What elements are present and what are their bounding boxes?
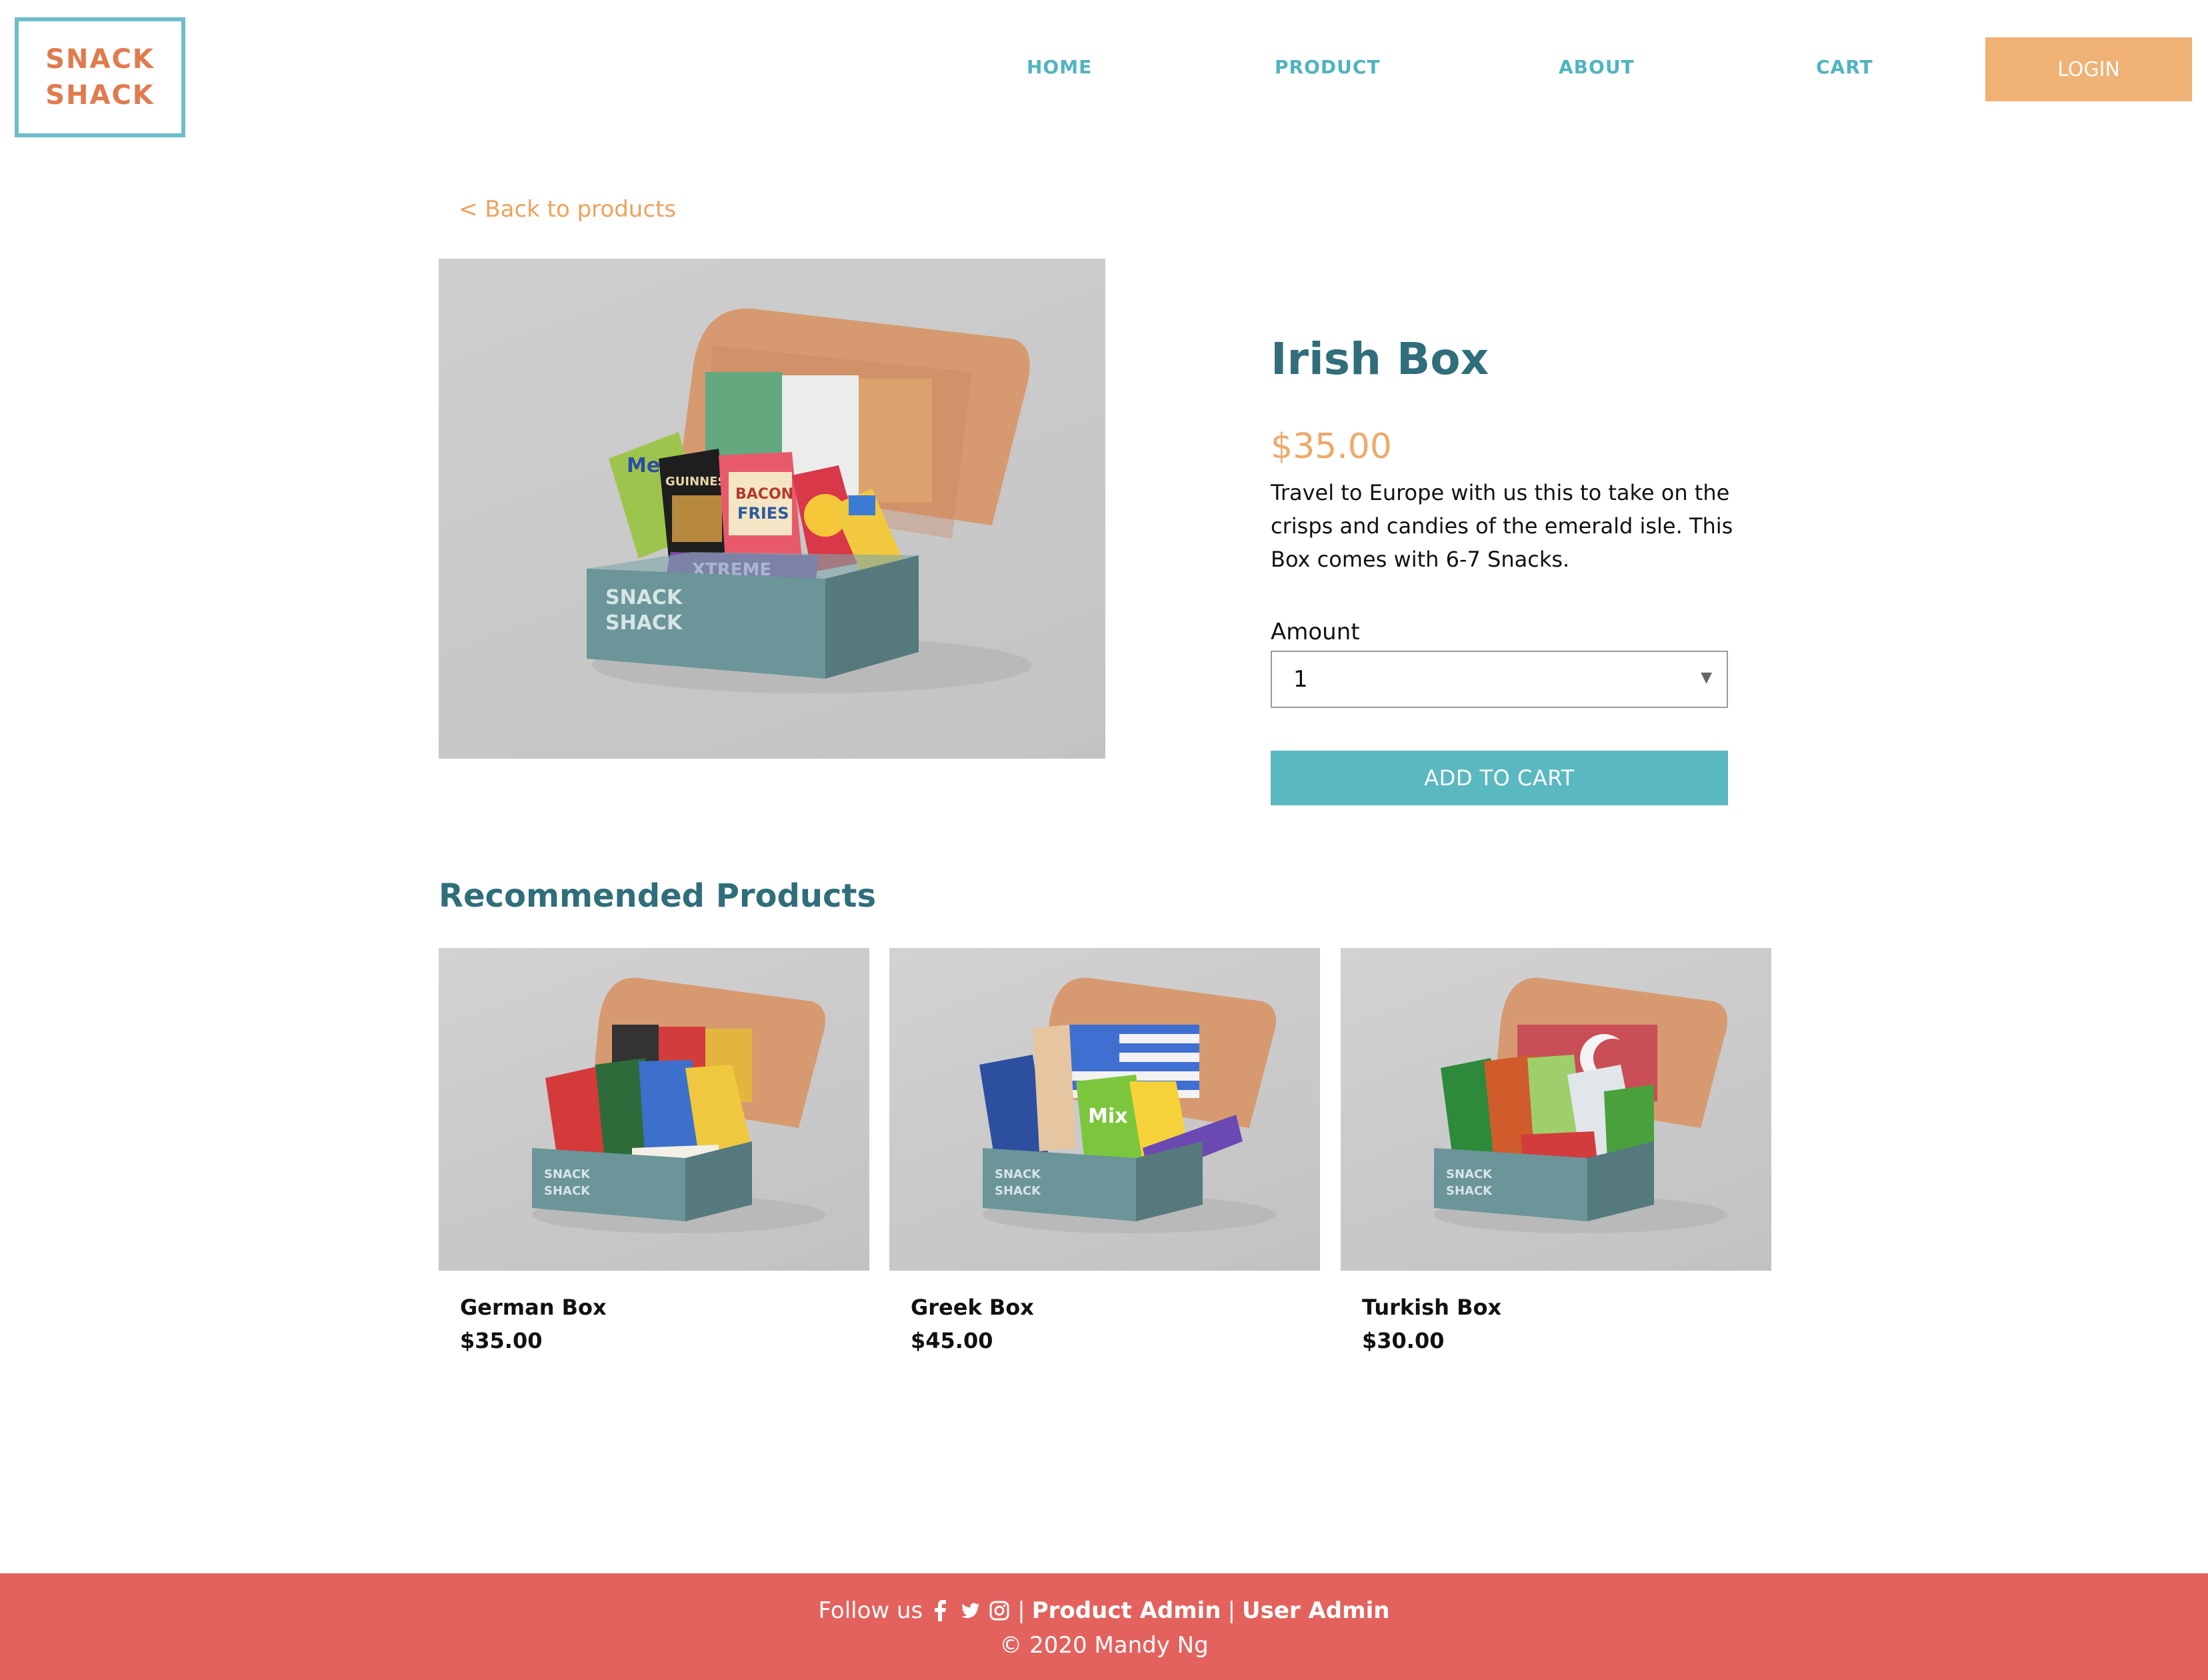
add-to-cart-button[interactable]: ADD TO CART: [1271, 751, 1728, 805]
svg-text:SHACK: SHACK: [995, 1184, 1041, 1198]
svg-text:SHACK: SHACK: [605, 611, 683, 635]
twitter-icon[interactable]: [959, 1599, 981, 1622]
nav-product[interactable]: PRODUCT: [1275, 56, 1381, 78]
footer-links-row: Follow us | Product Admin | User Admin: [0, 1597, 2208, 1624]
product-price: $35.00: [1271, 427, 1392, 467]
footer-separator: |: [1227, 1597, 1235, 1624]
logo-line-1: SNACK: [45, 44, 155, 75]
product-card-price: $30.00: [1362, 1328, 1445, 1353]
follow-us-label: Follow us: [818, 1597, 923, 1624]
product-card-name: German Box: [460, 1295, 607, 1320]
product-admin-link[interactable]: Product Admin: [1032, 1597, 1221, 1624]
irish-snack-box-illustration: Mega GUINNESS BACON FRIES XTREME SNACK S…: [587, 308, 1032, 693]
site-footer: Follow us | Product Admin | User Admin ©…: [0, 1573, 2208, 1680]
product-card-price: $35.00: [460, 1328, 543, 1353]
product-card-name: Greek Box: [911, 1295, 1034, 1320]
nav-home[interactable]: HOME: [1027, 56, 1092, 78]
product-card-price: $45.00: [911, 1328, 993, 1353]
svg-text:SNACK: SNACK: [1446, 1167, 1493, 1181]
amount-value: 1: [1293, 666, 1308, 693]
svg-text:SHACK: SHACK: [1446, 1184, 1493, 1198]
product-card-german[interactable]: Knoppers SNACK SHACK German Box $35.00: [439, 948, 869, 1375]
site-header: SNACK SHACK HOME PRODUCT ABOUT CART LOGI…: [0, 0, 2208, 147]
svg-text:SNACK: SNACK: [995, 1167, 1041, 1181]
product-card-turkish[interactable]: SNACK SHACK Turkish Box $30.00: [1341, 948, 1771, 1375]
svg-text:SNACK: SNACK: [544, 1167, 591, 1181]
svg-text:FRIES: FRIES: [737, 504, 789, 523]
amount-label: Amount: [1271, 619, 1360, 645]
copyright-text: © 2020 Mandy Ng: [999, 1632, 1209, 1659]
german-box-image: Knoppers SNACK SHACK: [439, 948, 869, 1271]
svg-text:SNACK: SNACK: [605, 586, 683, 609]
nav-about[interactable]: ABOUT: [1559, 56, 1635, 78]
snack-shack-logo[interactable]: SNACK SHACK: [15, 17, 185, 137]
product-card-greek[interactable]: Mix SNACK SHACK Greek Box $45.00: [889, 948, 1320, 1375]
login-button[interactable]: LOGIN: [1985, 37, 2192, 101]
user-admin-link[interactable]: User Admin: [1242, 1597, 1389, 1624]
svg-text:SHACK: SHACK: [544, 1184, 591, 1198]
product-title: Irish Box: [1271, 333, 1489, 385]
chevron-down-icon: ▼: [1701, 669, 1712, 686]
svg-text:Mix: Mix: [1088, 1105, 1128, 1128]
footer-separator: |: [1017, 1597, 1025, 1624]
nav-cart[interactable]: CART: [1816, 56, 1873, 78]
product-image: Mega GUINNESS BACON FRIES XTREME SNACK S…: [439, 259, 1105, 759]
turkish-box-image: SNACK SHACK: [1341, 948, 1771, 1271]
instagram-icon[interactable]: [988, 1599, 1011, 1622]
svg-text:BACON: BACON: [735, 486, 793, 503]
recommended-products-heading: Recommended Products: [439, 877, 877, 915]
product-card-name: Turkish Box: [1362, 1295, 1502, 1320]
logo-line-2: SHACK: [45, 80, 155, 111]
facebook-icon[interactable]: [929, 1599, 952, 1622]
greek-box-image: Mix SNACK SHACK: [889, 948, 1320, 1271]
product-description: Travel to Europe with us this to take on…: [1271, 480, 1733, 572]
amount-select[interactable]: 1 ▼: [1271, 651, 1728, 708]
back-to-products-link[interactable]: < Back to products: [459, 196, 676, 223]
